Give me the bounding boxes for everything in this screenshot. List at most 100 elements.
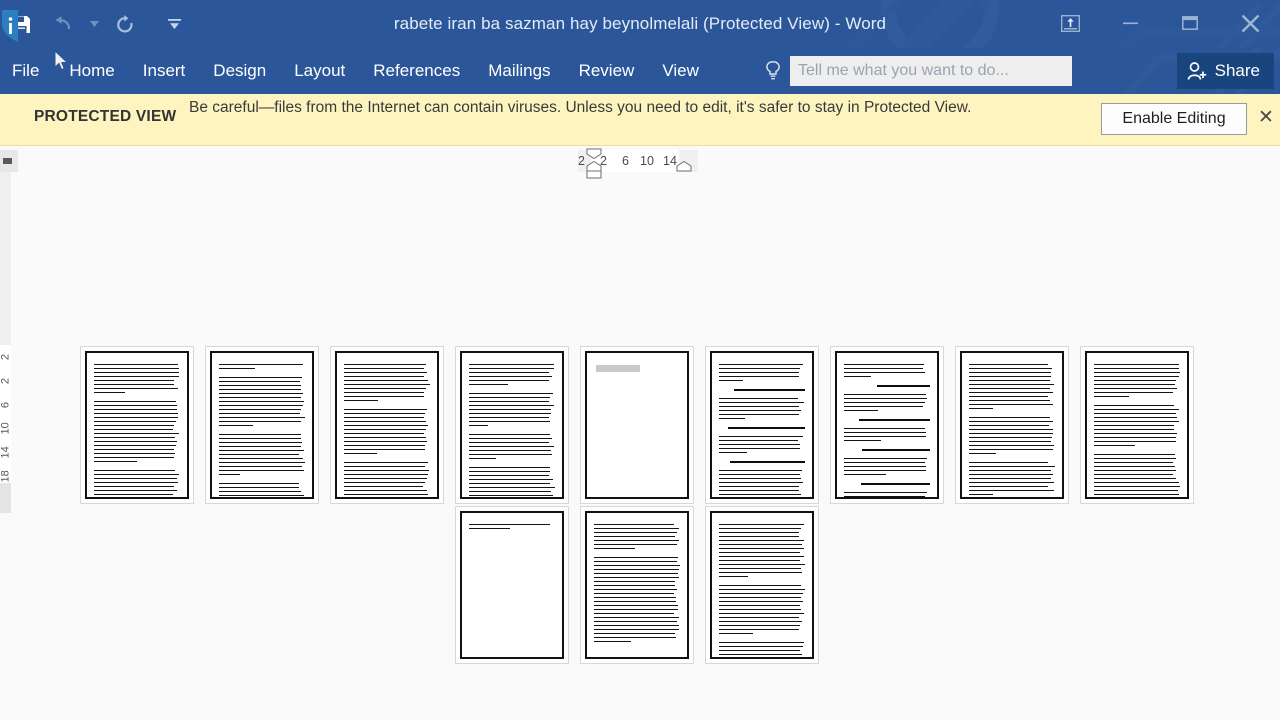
- tell-me-input[interactable]: Tell me what you want to do...: [790, 56, 1072, 86]
- text-line: [344, 498, 424, 499]
- text-line: [719, 556, 805, 557]
- page-thumbnail[interactable]: [580, 346, 694, 504]
- protected-view-close-button[interactable]: ✕: [1258, 108, 1274, 128]
- paragraph: [94, 364, 180, 396]
- text-line: [94, 449, 174, 450]
- tab-design[interactable]: Design: [199, 48, 280, 94]
- tab-file[interactable]: File: [0, 48, 55, 94]
- page-thumbnail[interactable]: [1080, 346, 1194, 504]
- text-line: [469, 413, 551, 414]
- text-line: [969, 466, 1055, 467]
- chevron-down-icon: [89, 21, 99, 27]
- page-thumbnail[interactable]: [455, 346, 569, 504]
- close-button[interactable]: [1220, 0, 1280, 46]
- customize-qat-button[interactable]: [164, 4, 184, 44]
- text-line: [469, 471, 550, 472]
- text-line: [94, 437, 176, 438]
- share-person-icon: [1187, 61, 1206, 80]
- page-thumbnail[interactable]: [705, 346, 819, 504]
- page-thumbnail[interactable]: [455, 506, 569, 664]
- tab-review[interactable]: Review: [565, 48, 649, 94]
- text-line: [94, 372, 179, 373]
- vertical-scrollbar-thumb[interactable]: [0, 483, 11, 513]
- paragraph: [844, 428, 930, 444]
- text-line: [594, 577, 679, 578]
- ribbon-display-options-button[interactable]: [1040, 0, 1100, 46]
- paragraph: [844, 419, 930, 424]
- text-line: [219, 425, 253, 426]
- text-line: [719, 597, 802, 598]
- left-indent-marker[interactable]: [586, 170, 602, 179]
- text-line: [969, 364, 1049, 365]
- text-line: [969, 494, 994, 495]
- minimize-button[interactable]: [1100, 0, 1160, 46]
- text-line: [844, 496, 925, 497]
- tab-view[interactable]: View: [648, 48, 713, 94]
- redo-button[interactable]: [104, 4, 146, 44]
- page-thumbnail[interactable]: [830, 346, 944, 504]
- text-line: [719, 494, 801, 495]
- text-line: [969, 441, 1052, 442]
- text-line: [1094, 490, 1179, 491]
- text-line: [344, 441, 427, 442]
- undo-dropdown-button[interactable]: [84, 4, 104, 44]
- page-thumbnail[interactable]: [955, 346, 1069, 504]
- text-line: [719, 609, 801, 610]
- text-line: [469, 479, 553, 480]
- text-line: [469, 475, 550, 476]
- first-line-indent-marker[interactable]: [586, 148, 602, 159]
- text-line: [719, 540, 804, 541]
- paragraph: [469, 434, 555, 462]
- text-line: [344, 413, 426, 414]
- document-canvas[interactable]: [0, 147, 1280, 720]
- text-line: [719, 486, 800, 487]
- text-line: [719, 448, 800, 449]
- text-line: [94, 457, 174, 458]
- text-line: [594, 617, 679, 618]
- share-button[interactable]: Share: [1176, 53, 1274, 89]
- text-line: [969, 372, 1052, 373]
- text-line: [594, 548, 635, 549]
- text-line: [969, 417, 1051, 418]
- title-bar: rabete iran ba sazman hay beynolmelali (…: [0, 0, 1280, 48]
- text-line: [219, 458, 303, 459]
- text-line: [844, 462, 925, 463]
- text-line: [1094, 380, 1176, 381]
- text-line: [1094, 396, 1130, 397]
- text-line: [594, 573, 679, 574]
- page-thumbnail[interactable]: [205, 346, 319, 504]
- page-thumbnail[interactable]: [705, 506, 819, 664]
- tab-insert[interactable]: Insert: [129, 48, 200, 94]
- enable-editing-button[interactable]: Enable Editing: [1101, 103, 1247, 135]
- text-line: [719, 380, 744, 381]
- text-line: [344, 445, 425, 446]
- tab-references[interactable]: References: [359, 48, 474, 94]
- paragraph: [844, 458, 930, 478]
- shield-info-icon: [2, 10, 18, 42]
- paragraph: [594, 524, 680, 552]
- tab-mailings[interactable]: Mailings: [474, 48, 564, 94]
- page-thumbnail[interactable]: [580, 506, 694, 664]
- page-thumbnail[interactable]: [80, 346, 194, 504]
- undo-button[interactable]: [42, 4, 84, 44]
- text-line: [219, 474, 240, 475]
- tab-layout[interactable]: Layout: [280, 48, 359, 94]
- undo-icon: [55, 16, 71, 30]
- text-line: [969, 400, 1050, 401]
- right-indent-marker[interactable]: [676, 161, 692, 172]
- page-thumbnail[interactable]: [330, 346, 444, 504]
- text-line: [719, 629, 799, 630]
- restore-button[interactable]: [1160, 0, 1220, 46]
- text-line: [94, 364, 178, 365]
- text-line: [344, 478, 428, 479]
- text-line: [94, 482, 179, 483]
- text-line: [469, 446, 555, 447]
- text-line: [1094, 445, 1136, 446]
- tab-stop-selector[interactable]: [0, 150, 18, 172]
- h-ruler-tick: 10: [640, 154, 654, 168]
- paragraph: [94, 470, 180, 497]
- text-line: [969, 445, 1054, 446]
- text-line: [719, 536, 799, 537]
- text-line: [469, 438, 553, 439]
- text-line: [469, 524, 550, 525]
